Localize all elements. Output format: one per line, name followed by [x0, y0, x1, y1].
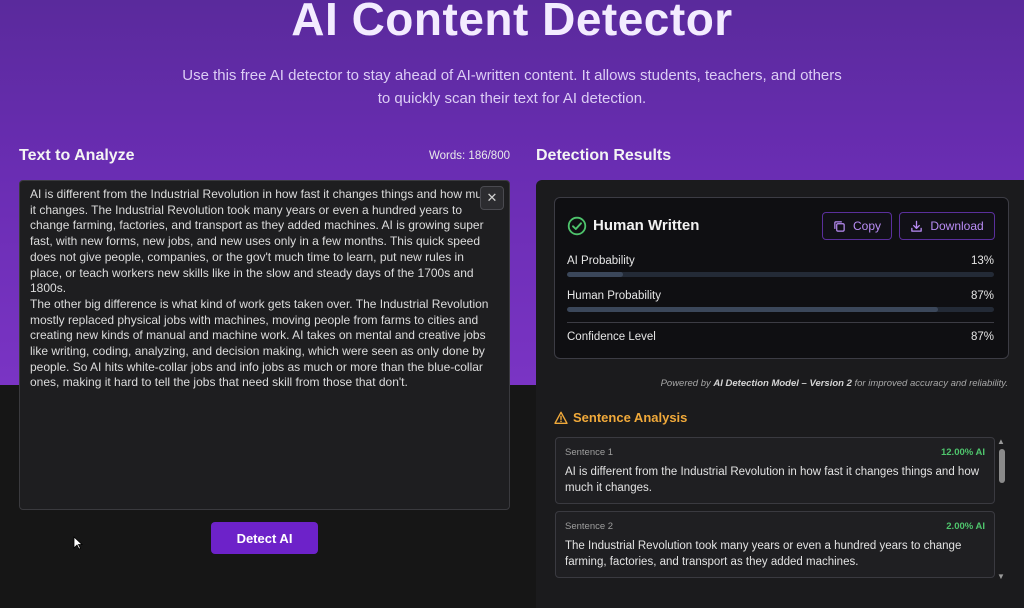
result-status: Human Written: [593, 217, 700, 234]
input-heading: Text to Analyze: [19, 147, 135, 164]
warning-icon: [554, 411, 568, 424]
results-heading: Detection Results: [536, 147, 672, 164]
powered-by-note: Powered by AI Detection Model – Version …: [661, 378, 1008, 389]
ai-probability-fill: [567, 272, 623, 277]
word-count: Words: 186/800: [429, 150, 510, 162]
page-title: AI Content Detector: [291, 0, 733, 45]
close-icon: ✕: [486, 190, 498, 205]
ai-probability-bar: [567, 272, 994, 277]
copy-label: Copy: [852, 219, 881, 233]
copy-button[interactable]: Copy: [822, 212, 892, 240]
human-probability-value: 87%: [970, 290, 994, 302]
scroll-up-icon[interactable]: ▲: [997, 437, 1005, 446]
sentence-label: Sentence 1: [565, 447, 614, 458]
confidence-level-label: Confidence Level: [567, 331, 656, 343]
download-icon: [911, 220, 923, 232]
download-label: Download: [930, 219, 984, 233]
download-button[interactable]: Download: [899, 212, 995, 240]
metrics-divider: [567, 322, 994, 323]
sentence-text: The Industrial Revolution took many year…: [565, 540, 962, 568]
scroll-down-icon[interactable]: ▼: [997, 572, 1005, 581]
page-subtitle: Use this free AI detector to stay ahead …: [182, 67, 842, 107]
sentence-label: Sentence 2: [565, 521, 614, 532]
clear-text-button[interactable]: ✕: [480, 186, 504, 210]
copy-icon: [834, 220, 845, 232]
sentence-score: 12.00% AI: [940, 447, 985, 458]
sentence-text: AI is different from the Industrial Revo…: [565, 466, 980, 494]
human-probability-fill: [567, 307, 939, 312]
text-paragraph-1: AI is different from the Industrial Revo…: [30, 187, 495, 296]
text-paragraph-2: The other big difference is what kind of…: [30, 296, 489, 390]
human-probability-bar: [567, 307, 994, 312]
sentence-card: Sentence 2 2.00% AI The Industrial Revol…: [555, 511, 995, 578]
text-input-area[interactable]: AI is different from the Industrial Revo…: [19, 180, 510, 510]
sentence-card: Sentence 1 12.00% AI AI is different fro…: [555, 437, 995, 504]
sentence-analysis-heading: Sentence Analysis: [573, 410, 688, 425]
powered-model: AI Detection Model – Version 2: [713, 378, 852, 389]
powered-prefix: Powered by: [660, 378, 714, 389]
confidence-level-value: 87%: [970, 331, 994, 343]
scroll-thumb[interactable]: [999, 449, 1005, 483]
page: AI Content Detector Use this free AI det…: [0, 0, 1024, 608]
sentence-score: 2.00% AI: [946, 521, 985, 532]
powered-suffix: for improved accuracy and reliability.: [851, 378, 1009, 389]
detect-ai-button[interactable]: Detect AI: [211, 522, 318, 554]
mouse-cursor-icon: [73, 536, 83, 550]
ai-probability-value: 13%: [970, 255, 994, 267]
check-circle-icon: [567, 216, 587, 236]
human-probability-label: Human Probability: [567, 290, 661, 302]
ai-probability-label: AI Probability: [567, 255, 635, 267]
